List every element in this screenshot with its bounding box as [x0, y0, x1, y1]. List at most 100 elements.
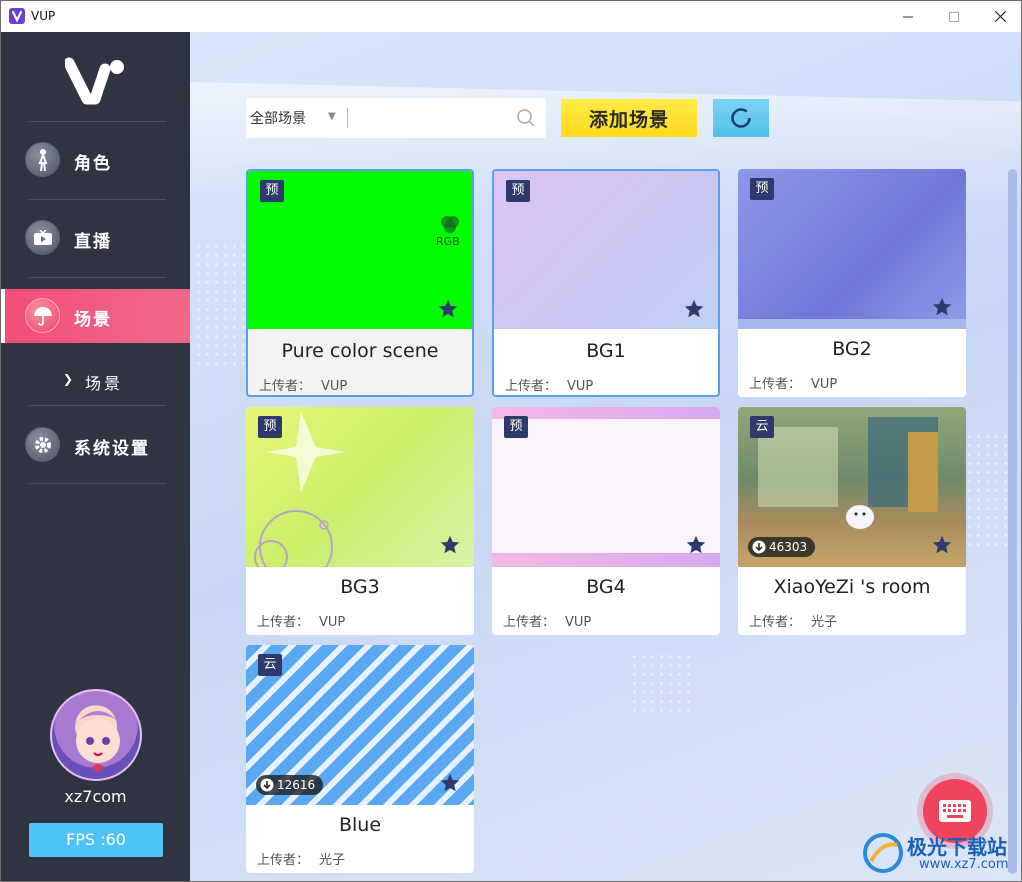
scene-name: Pure color scene	[281, 340, 439, 362]
scene-filter-select[interactable]: 全部场景	[250, 108, 306, 128]
scene-card-blue[interactable]: 云 12616 Blue 上传者： 光子	[246, 645, 474, 873]
download-count-value: 12616	[277, 778, 316, 792]
gear-icon	[25, 427, 60, 462]
scrollbar-track[interactable]	[1008, 169, 1017, 874]
uploader-info: 上传者： VUP	[749, 373, 837, 392]
title-bar: VUP	[1, 1, 1021, 32]
umbrella-icon	[25, 298, 60, 333]
uploader-name: VUP	[565, 615, 592, 630]
rgb-label: RGB	[436, 235, 460, 248]
scene-name: BG3	[340, 576, 380, 598]
background-dots	[194, 242, 246, 372]
caret-down-icon[interactable]: ▼	[328, 111, 336, 122]
uploader-label: 上传者：	[257, 853, 310, 868]
close-button[interactable]	[977, 1, 1021, 32]
nav-scene-label: 场景	[74, 310, 112, 330]
sidebar-divider	[29, 277, 166, 278]
preset-tag: 预	[260, 180, 284, 202]
nav-character-label: 角色	[74, 154, 112, 174]
uploader-name: VUP	[811, 377, 838, 392]
favorite-star-icon[interactable]	[931, 534, 953, 556]
watermark-text: 极光下载站	[907, 835, 1007, 859]
uploader-label: 上传者：	[259, 379, 312, 394]
scene-card-bg4[interactable]: 预 BG4 上传者： VUP	[492, 407, 720, 635]
download-icon	[260, 778, 274, 792]
uploader-label: 上传者：	[749, 615, 802, 630]
scene-card-pure-color[interactable]: RGB 预 Pure color scene 上传者： VUP	[246, 169, 474, 397]
sidebar-divider	[29, 199, 166, 200]
avatar[interactable]	[50, 689, 142, 781]
preset-tag: 预	[506, 180, 530, 202]
favorite-star-icon[interactable]	[439, 534, 461, 556]
favorite-star-icon[interactable]	[931, 296, 953, 318]
uploader-info: 上传者： 光子	[749, 611, 837, 630]
cloud-tag: 云	[750, 416, 774, 438]
scrollbar-thumb[interactable]	[1008, 169, 1017, 874]
keyboard-icon	[939, 800, 971, 822]
nav-live[interactable]: 直播	[1, 211, 190, 265]
uploader-label: 上传者：	[503, 615, 556, 630]
favorite-star-icon[interactable]	[437, 298, 459, 320]
maximize-button[interactable]	[931, 1, 977, 32]
active-indicator	[1, 289, 5, 343]
search-bar: 全部场景 ▼	[246, 98, 546, 138]
favorite-star-icon[interactable]	[683, 298, 705, 320]
main-content: 全部场景 ▼ 添加场景 RGB 预 Pure color scene 上传者： V…	[190, 32, 1021, 881]
username: xz7com	[64, 787, 127, 806]
scene-name: BG2	[832, 338, 872, 360]
cloud-tag: 云	[258, 654, 282, 676]
uploader-info: 上传者： VUP	[505, 375, 593, 394]
refresh-icon	[731, 108, 751, 128]
scene-card-bg3[interactable]: 预 BG3 上传者： VUP	[246, 407, 474, 635]
preset-tag: 预	[504, 416, 528, 438]
scene-card-bg2[interactable]: 预 BG2 上传者： VUP	[738, 169, 966, 397]
close-icon	[994, 11, 1006, 22]
sidebar-divider	[29, 405, 166, 406]
nav-live-label: 直播	[74, 232, 112, 252]
scene-name: BG4	[586, 576, 626, 598]
app-window: VUP 角色 直播 场景 ❯ 场景 系统设置 xz7com FPS:60 全部…	[0, 0, 1022, 882]
live-icon	[25, 220, 60, 255]
uploader-name: 光子	[319, 853, 346, 868]
window-title: VUP	[31, 9, 56, 23]
sub-item-scene[interactable]: ❯ 场景	[63, 370, 183, 393]
maximize-icon	[949, 11, 959, 22]
favorite-star-icon[interactable]	[685, 534, 707, 556]
nav-character[interactable]: 角色	[1, 133, 190, 187]
sub-item-label: 场景	[85, 374, 124, 393]
sidebar-divider	[29, 121, 166, 122]
download-count: 12616	[256, 775, 324, 795]
uploader-info: 上传者： VUP	[257, 611, 345, 630]
favorite-star-icon[interactable]	[439, 772, 461, 794]
minimize-button[interactable]	[885, 1, 931, 32]
character-icon	[25, 142, 60, 177]
uploader-name: VUP	[319, 615, 346, 630]
background-dots	[630, 652, 690, 712]
sidebar: 角色 直播 场景 ❯ 场景 系统设置 xz7com FPS:60	[1, 32, 190, 881]
preset-tag: 预	[258, 416, 282, 438]
search-input[interactable]	[352, 104, 512, 132]
scene-card-xiaoyezi-room[interactable]: 云 46303 XiaoYeZi 's room 上传者： 光子	[738, 407, 966, 635]
thumb-stripe	[738, 319, 966, 329]
site-watermark: 极光下载站 www.xz7.com	[859, 829, 1019, 879]
nav-settings[interactable]: 系统设置	[1, 418, 190, 472]
watermark-logo-icon	[863, 833, 903, 873]
uploader-info: 上传者： VUP	[259, 375, 347, 394]
nav-scene[interactable]: 场景	[1, 289, 190, 343]
watermark-url: www.xz7.com	[919, 857, 1009, 872]
minimize-icon	[903, 16, 913, 17]
uploader-info: 上传者： 光子	[257, 849, 345, 868]
vup-app-icon	[9, 8, 25, 24]
uploader-name: VUP	[321, 379, 348, 394]
search-icon[interactable]	[516, 108, 536, 128]
scene-card-bg1[interactable]: 预 BG1 上传者： VUP	[492, 169, 720, 397]
add-scene-button[interactable]: 添加场景	[561, 99, 697, 137]
uploader-name: VUP	[567, 379, 594, 394]
download-count-value: 46303	[769, 540, 808, 554]
search-divider	[347, 108, 348, 128]
uploader-info: 上传者： VUP	[503, 611, 591, 630]
refresh-button[interactable]	[713, 99, 769, 137]
download-icon	[752, 540, 766, 554]
nav-settings-label: 系统设置	[74, 439, 150, 459]
chevron-right-icon: ❯	[63, 372, 74, 386]
